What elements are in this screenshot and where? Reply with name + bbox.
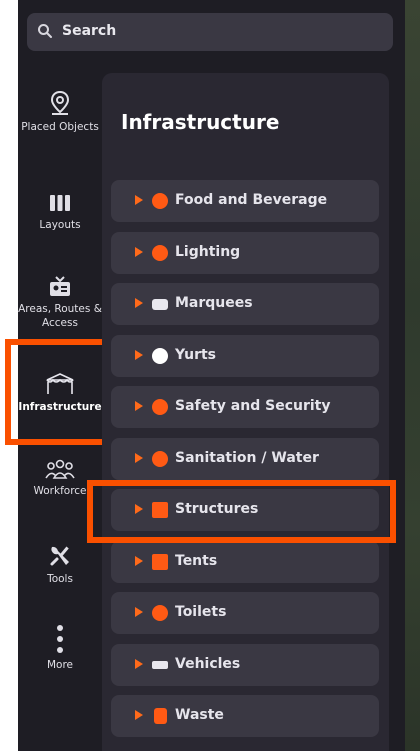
category-label: Toilets [175,604,227,620]
expand-arrow-icon[interactable] [135,247,143,257]
category-marquees[interactable]: Marquees [111,283,379,325]
yurt-icon [152,348,168,364]
category-label: Safety and Security [175,398,331,414]
category-safety-and-security[interactable]: Safety and Security [111,386,379,428]
dots-vertical-icon [57,625,63,653]
sidebar-item-placed-objects[interactable]: Placed Objects [18,90,102,134]
highlight-box-structures [87,480,396,543]
category-label: Food and Beverage [175,192,328,208]
category-label: Vehicles [175,656,241,672]
expand-arrow-icon[interactable] [135,350,143,360]
bin-icon [154,708,167,724]
sidebar-item-label: More [46,659,74,671]
columns-icon [50,195,70,211]
category-lighting[interactable]: Lighting [111,232,379,274]
category-vehicles[interactable]: Vehicles [111,644,379,686]
sidebar-item-label: Placed Objects [21,121,99,133]
toilet-icon [152,605,168,621]
sidebar-item-tools[interactable]: Tools [18,544,102,586]
category-yurts[interactable]: Yurts [111,335,379,377]
category-toilets[interactable]: Toilets [111,592,379,634]
map-edge[interactable] [405,0,420,751]
sidebar-item-label: Workforce [33,485,87,497]
category-label: Lighting [175,244,241,260]
lamp-icon [152,245,168,261]
category-label: Yurts [175,347,217,363]
sidebar-item-label: Areas, Routes & Access [18,303,102,329]
search-icon [38,24,52,38]
sidebar-item-layouts[interactable]: Layouts [18,192,102,232]
expand-arrow-icon[interactable] [135,710,143,720]
cutlery-icon [152,193,168,209]
map-pin-icon [50,90,70,115]
marquee-icon [152,299,168,310]
category-label: Tents [175,553,218,569]
people-icon [45,459,75,479]
search-label: Search [62,23,117,39]
category-tents[interactable]: Tents [111,541,379,583]
expand-arrow-icon[interactable] [135,195,143,205]
category-label: Sanitation / Water [175,450,319,466]
sidebar-item-label: Tools [47,573,73,585]
category-waste[interactable]: Waste [111,695,379,737]
category-sanitation-water[interactable]: Sanitation / Water [111,438,379,480]
first-aid-icon [152,399,168,415]
search-bar[interactable]: Search [27,13,393,51]
expand-arrow-icon[interactable] [135,453,143,463]
id-badge-icon [50,276,70,296]
expand-arrow-icon[interactable] [135,659,143,669]
vehicle-icon [152,661,168,669]
panel-title: Infrastructure [121,110,280,134]
wrench-screwdriver-icon [50,546,69,566]
tap-icon [152,451,168,467]
category-food-and-beverage[interactable]: Food and Beverage [111,180,379,222]
sidebar-item-more[interactable]: More [18,624,102,672]
tent-icon [152,554,168,570]
category-label: Marquees [175,295,253,311]
category-label: Waste [175,707,224,723]
sidebar-item-areas-routes-access[interactable]: Areas, Routes & Access [18,276,102,330]
expand-arrow-icon[interactable] [135,401,143,411]
infrastructure-panel: Infrastructure Food and Beverage Lightin… [102,73,389,751]
sidebar-item-label: Layouts [39,219,81,231]
expand-arrow-icon[interactable] [135,556,143,566]
expand-arrow-icon[interactable] [135,607,143,617]
expand-arrow-icon[interactable] [135,298,143,308]
